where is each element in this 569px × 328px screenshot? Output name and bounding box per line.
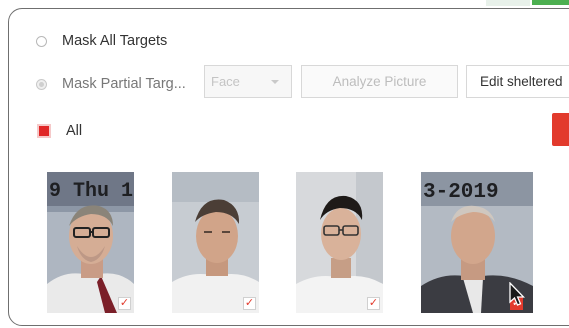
- edit-sheltered-button[interactable]: Edit sheltered: [466, 65, 569, 98]
- thumbnail-checkbox[interactable]: ✓: [367, 297, 380, 310]
- mouse-cursor-icon: [509, 282, 526, 306]
- face-thumbnail[interactable]: ✓: [172, 172, 259, 313]
- chevron-down-icon: [271, 79, 279, 84]
- face-image: 9 Thu 1: [47, 172, 134, 313]
- screenshot-frame: Mask All Targets Mask Partial Targ... Fa…: [0, 0, 569, 328]
- mask-partial-label: Mask Partial Targ...: [62, 76, 186, 92]
- mask-all-radio[interactable]: [36, 35, 47, 47]
- face-thumbnail[interactable]: ✓: [296, 172, 383, 313]
- thumbnail-checkbox[interactable]: ✓: [243, 297, 256, 310]
- mask-all-option[interactable]: Mask All Targets: [36, 33, 167, 49]
- mask-partial-option[interactable]: Mask Partial Targ...: [36, 76, 186, 92]
- window-top-accent: [532, 0, 569, 5]
- face-image: [296, 172, 383, 313]
- window-top-highlight: [486, 0, 530, 6]
- face-image: [172, 172, 259, 313]
- mask-all-label: Mask All Targets: [62, 33, 168, 49]
- select-all-label: All: [66, 123, 83, 139]
- action-red-button[interactable]: [552, 113, 569, 146]
- thumbnail-checkbox[interactable]: ✓: [118, 297, 131, 310]
- timestamp-overlay: 9 Thu 1: [49, 180, 133, 203]
- target-type-value: Face: [211, 74, 240, 89]
- mask-partial-radio[interactable]: [36, 78, 47, 90]
- analyze-picture-button[interactable]: Analyze Picture: [301, 65, 458, 98]
- timestamp-overlay: 3-2019: [423, 181, 499, 204]
- face-thumbnail[interactable]: 9 Thu 1 ✓: [47, 172, 134, 313]
- select-all-checkbox[interactable]: [37, 124, 51, 138]
- select-all-option[interactable]: All: [37, 123, 82, 139]
- target-type-select[interactable]: Face: [204, 65, 292, 98]
